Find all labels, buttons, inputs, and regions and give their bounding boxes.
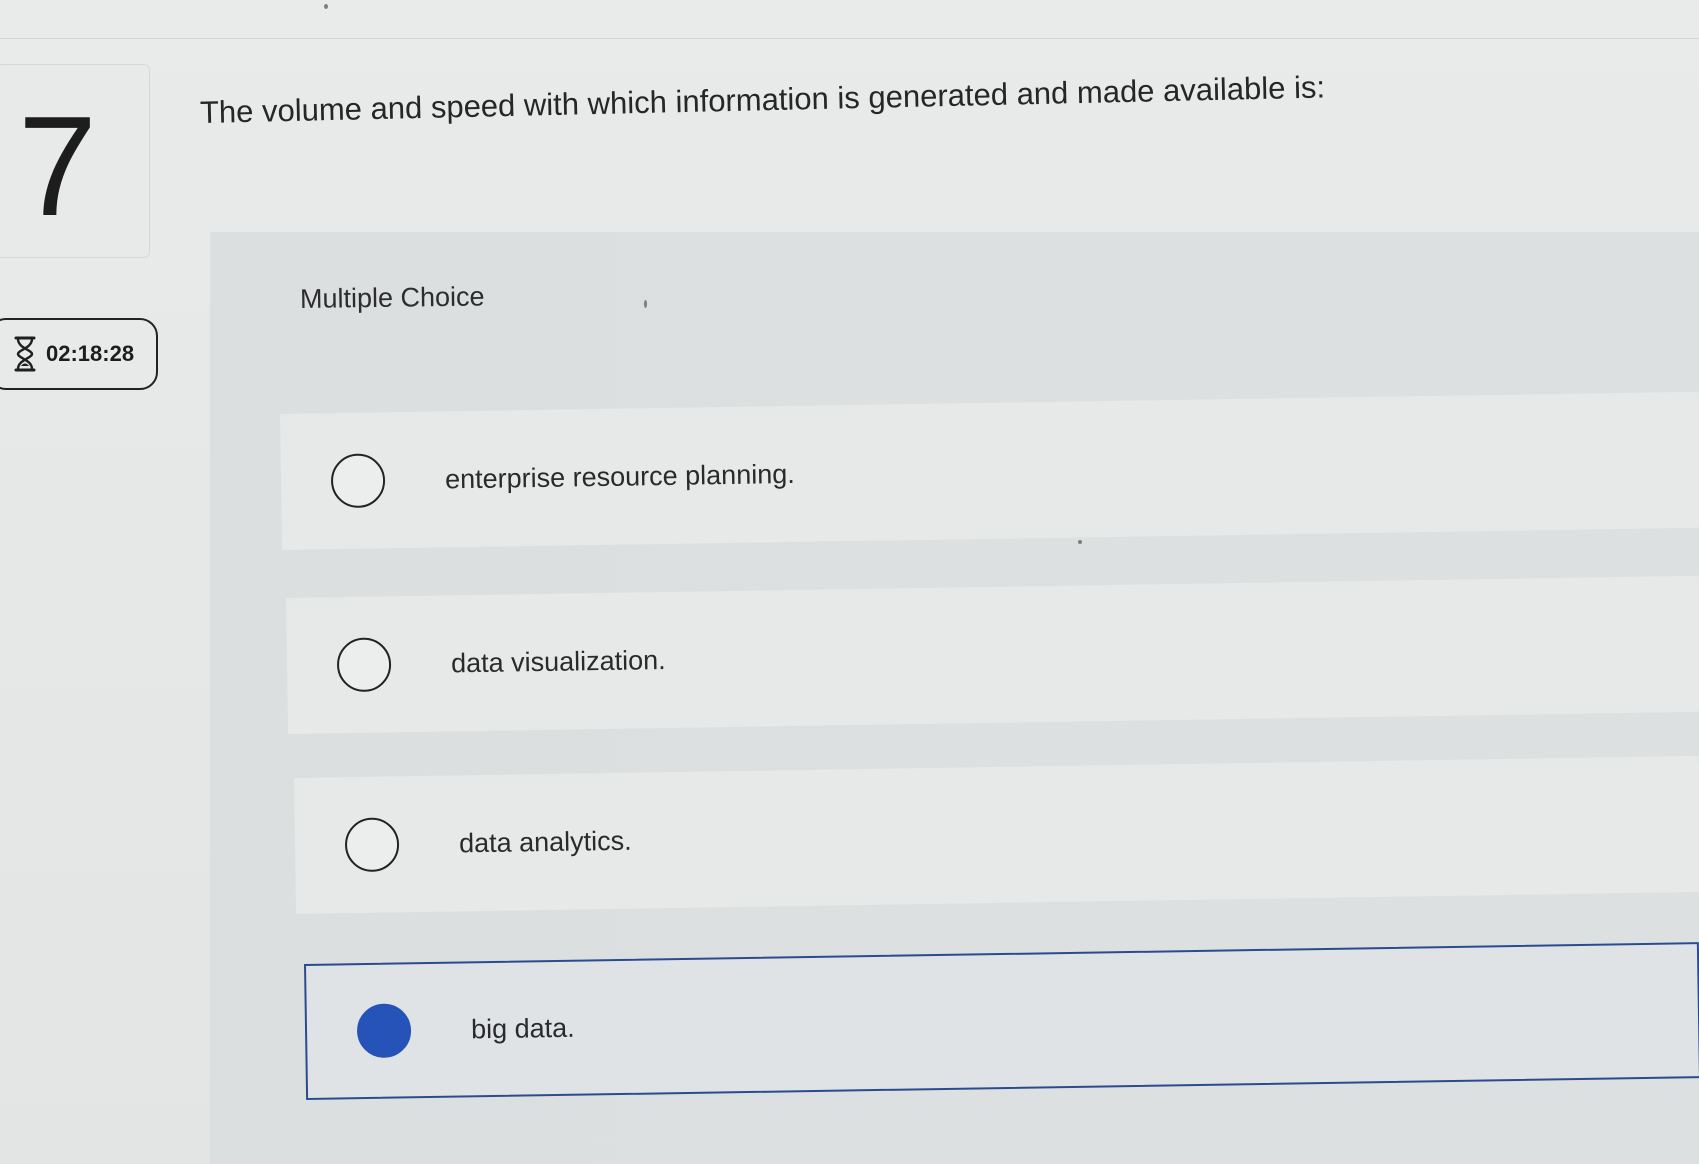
answer-option-data-visualization[interactable]: data visualization.	[286, 575, 1699, 734]
option-row: enterprise resource planning.	[330, 447, 796, 509]
answer-option-label: big data.	[470, 1012, 575, 1044]
question-type-label: Multiple Choice	[299, 281, 485, 314]
dust-speck	[1078, 540, 1082, 544]
dust-speck	[644, 300, 647, 308]
answer-option-label: data visualization.	[450, 644, 666, 678]
answer-option-label: enterprise resource planning.	[444, 458, 795, 494]
radio-button-selected[interactable]	[356, 1003, 412, 1059]
radio-button[interactable]	[336, 637, 392, 693]
timer-badge: 02:18:28	[0, 318, 158, 390]
question-number: 7	[18, 87, 97, 246]
answer-option-enterprise-resource-planning[interactable]: enterprise resource planning.	[280, 391, 1699, 550]
option-row: big data.	[356, 1001, 575, 1059]
option-row: data visualization.	[336, 633, 666, 693]
dust-speck	[324, 4, 328, 9]
radio-button[interactable]	[344, 817, 400, 873]
timer-value: 02:18:28	[46, 341, 135, 366]
top-divider	[0, 38, 1699, 39]
radio-button[interactable]	[330, 453, 386, 509]
answer-option-data-analytics[interactable]: data analytics.	[294, 755, 1699, 914]
answer-option-big-data[interactable]: big data.	[304, 942, 1699, 1100]
hourglass-icon	[12, 335, 38, 373]
answer-option-label: data analytics.	[458, 825, 632, 858]
option-row: data analytics.	[344, 814, 632, 873]
quiz-page: 7 The volume and speed with which inform…	[0, 0, 1699, 1164]
question-text: The volume and speed with which informat…	[199, 69, 1326, 130]
